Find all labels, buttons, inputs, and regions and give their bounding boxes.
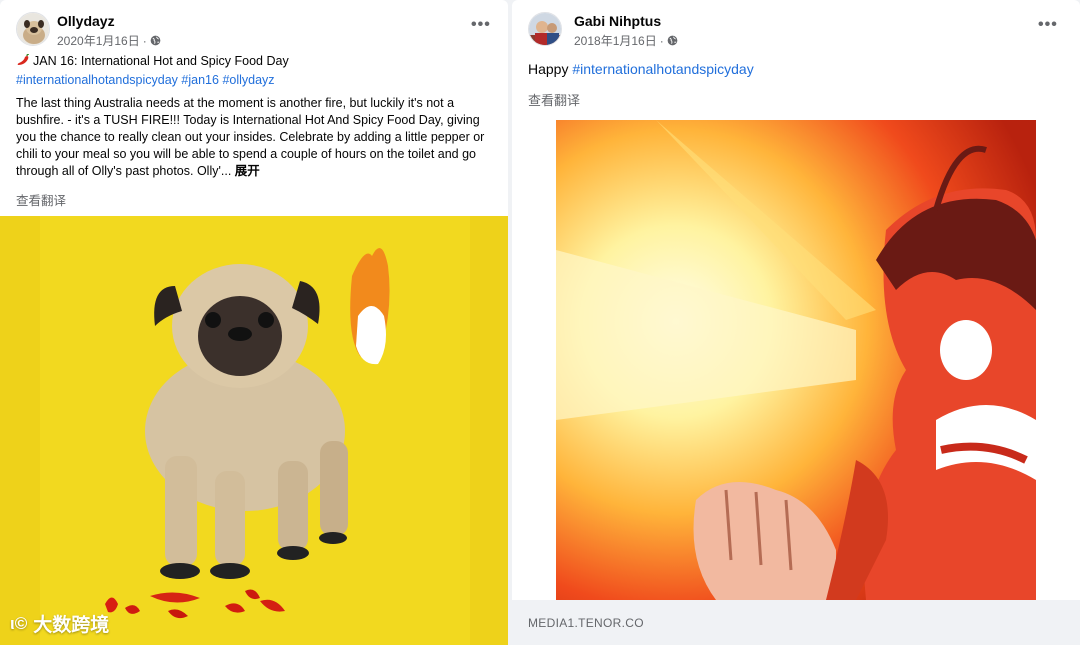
see-translation-link[interactable]: 查看翻译 [16, 190, 496, 209]
post-title: JAN 16: International Hot and Spicy Food… [33, 54, 289, 68]
post-body: The last thing Australia needs at the mo… [16, 95, 496, 180]
chili-pepper-icon [16, 53, 30, 72]
post-body: Happy #internationalhotandspicyday [528, 60, 1058, 78]
globe-icon [150, 35, 161, 46]
avatar[interactable] [528, 12, 562, 46]
more-options-icon[interactable]: ••• [1038, 17, 1058, 33]
see-translation-link[interactable]: 查看翻译 [528, 90, 1058, 109]
author-name[interactable]: Ollydayz [57, 13, 115, 29]
post-header: Ollydayz 2020年1月16日 · ••• [0, 0, 508, 54]
expand-link[interactable]: 展开 [235, 164, 260, 178]
hashtag-link[interactable]: #internationalhotandspicyday [572, 61, 753, 77]
globe-icon [667, 35, 678, 46]
hashtag-line: #internationalhotandspicyday #jan16 #oll… [16, 72, 496, 89]
watermark: ι© 大数跨境 [10, 610, 109, 637]
post-ollydayz: Ollydayz 2020年1月16日 · ••• JAN 16: Intern… [0, 0, 508, 645]
post-text: JAN 16: International Hot and Spicy Food… [16, 53, 496, 209]
hashtag-link[interactable]: #ollydayz [222, 73, 274, 87]
post-gif[interactable] [556, 120, 1036, 600]
link-preview-footer[interactable]: MEDIA1.TENOR.CO [512, 600, 1080, 645]
hashtag-link[interactable]: #internationalhotandspicyday [16, 73, 178, 87]
watermark-text: 大数跨境 [33, 615, 110, 636]
watermark-logo-icon: ι© [10, 613, 28, 633]
more-options-icon[interactable]: ••• [471, 17, 491, 33]
post-gabi: Gabi Nihptus 2018年1月16日 · ••• Happy #int… [512, 0, 1080, 645]
hashtag-link[interactable]: #jan16 [181, 73, 219, 87]
avatar[interactable] [16, 12, 50, 46]
post-date[interactable]: 2020年1月16日 [57, 32, 140, 49]
post-image[interactable]: ι© 大数跨境 [0, 216, 508, 645]
post-text: Happy #internationalhotandspicyday 查看翻译 [528, 60, 1058, 109]
post-title-line: JAN 16: International Hot and Spicy Food… [16, 53, 496, 72]
post-meta: 2020年1月16日 · [57, 32, 161, 49]
post-body-text: Happy [528, 61, 569, 77]
post-date[interactable]: 2018年1月16日 [574, 32, 657, 49]
link-domain: MEDIA1.TENOR.CO [528, 616, 644, 630]
author-name[interactable]: Gabi Nihptus [574, 13, 661, 29]
post-meta: 2018年1月16日 · [574, 32, 678, 49]
post-header: Gabi Nihptus 2018年1月16日 · ••• [512, 0, 1080, 54]
meta-separator: · [659, 33, 664, 48]
meta-separator: · [142, 33, 147, 48]
